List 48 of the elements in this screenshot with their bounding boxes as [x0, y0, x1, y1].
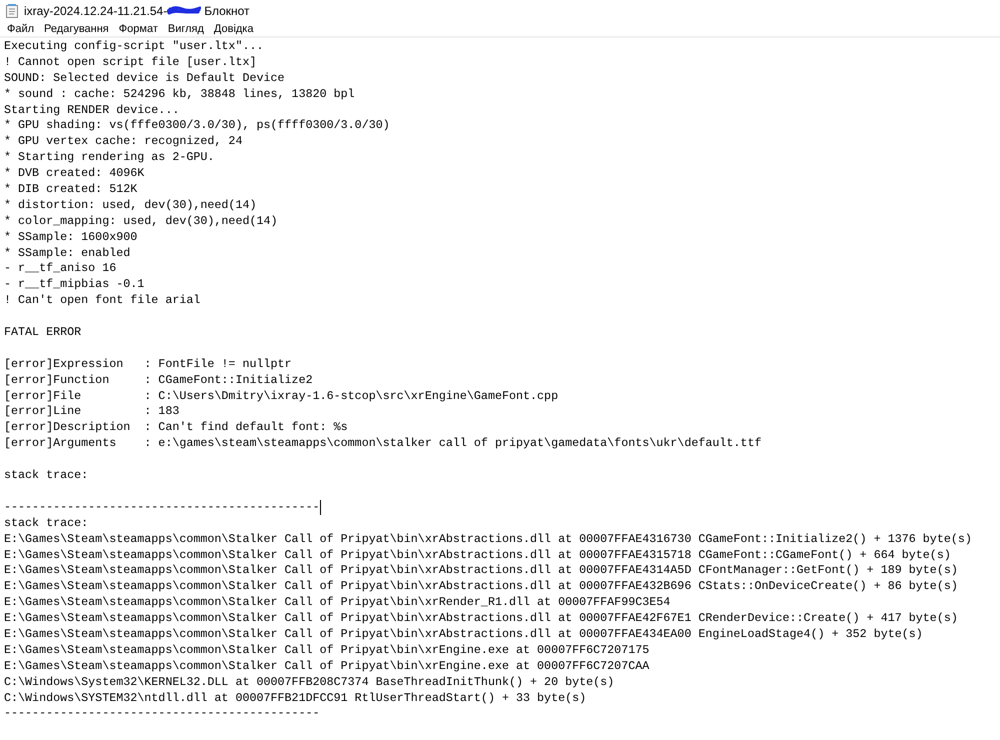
log-line: E:\Games\Steam\steamapps\common\Stalker Call of Pripyat\bin\xrEngine.exe at 00007FF6C7207CAA — [4, 658, 650, 675]
log-line: [error]Expression : FontFile != nullptr — [4, 356, 292, 373]
window-title: ixray-2024.12.24-11.21.54- — [24, 3, 168, 20]
log-line: Starting RENDER device... — [4, 102, 180, 118]
log-line: stack trace: — [4, 468, 88, 484]
log-line: * DIB created: 512K — [4, 182, 138, 198]
log-line: E:\Games\Steam\steamapps\common\Stalker Call of Pripyat\bin\xrAbstractions.dll at 00007FFAE4316730 CGameFont::Initialize2() + 1376 byte(s) — [4, 532, 972, 548]
log-line: E:\Games\Steam\steamapps\common\Stalker Call of Pripyat\bin\xrEngine.exe at 00007FF6C7207175 — [4, 642, 650, 659]
log-line: C:\Windows\System32\KERNEL32.DLL at 00007FFB208C7374 BaseThreadInitThunk() + 20 byte(s) — [4, 674, 614, 691]
log-line: [error]Line : 183 — [4, 404, 180, 420]
menu-item[interactable]: Формат — [114, 20, 163, 38]
log-line: [error]Arguments : e:\games\steam\steamapps\common\stalker call of pripyat\gamedata\fonts\ukr\default.ttf — [4, 436, 762, 452]
log-line: [error]File : C:\Users\Dmitry\ixray-1.6-stcop\src\xrEngine\GameFont.cpp — [4, 388, 558, 404]
log-line: E:\Games\Steam\steamapps\common\Stalker Call of Pripyat\bin\xrAbstractions.dll at 00007FFAE42F67E1 CRenderDevice::Create() + 417 byte(s) — [4, 611, 958, 627]
log-line: * sound : cache: 524296 kb, 38848 lines, 13820 bpl — [4, 86, 355, 103]
scribble-mark — [167, 6, 202, 16]
log-line: --------------------------------------------- — [4, 706, 320, 722]
log-line: * color_mapping: used, dev(30),need(14) — [4, 214, 278, 230]
log-line: E:\Games\Steam\steamapps\common\Stalker Call of Pripyat\bin\xrAbstractions.dll at 00007FFAE434EA00 EngineLoadStage4() + 352 byte(s) — [4, 626, 923, 643]
log-line: * SSample: 1600x900 — [4, 230, 138, 246]
log-line: E:\Games\Steam\steamapps\common\Stalker Call of Pripyat\bin\xrAbstractions.dll at 00007FFAE4315718 CGameFont::CGameFont() + 664 byte(s) — [4, 548, 951, 564]
log-line: [error]Function : CGameFont::Initialize2 — [4, 372, 313, 389]
log-line: C:\Windows\SYSTEM32\ntdll.dll at 00007FFB21DFCC91 RtlUserThreadStart() + 33 byte(s) — [4, 690, 586, 706]
log-line: * GPU shading: vs(fffe0300/3.0/30), ps(ffff0300/3.0/30) — [4, 118, 390, 134]
log-line: ! Cannot open script file [user.ltx] — [4, 54, 256, 71]
menu-item[interactable]: Редагування — [39, 20, 114, 38]
log-line: --------------------------------------------- — [4, 500, 320, 516]
log-line: ! Can't open font file arial — [4, 293, 200, 310]
menu-item[interactable]: Вигляд — [162, 20, 209, 38]
log-line: E:\Games\Steam\steamapps\common\Stalker Call of Pripyat\bin\xrRender_R1.dll at 00007FFAF99C3E54 — [4, 595, 670, 612]
notepad-icon — [6, 4, 18, 18]
log-line: FATAL ERROR — [4, 325, 82, 341]
log-line: * GPU vertex cache: recognized, 24 — [4, 134, 242, 150]
log-line: stack trace: — [4, 516, 88, 532]
menu-item[interactable]: Файл — [2, 20, 40, 38]
log-line: * SSample: enabled — [4, 246, 130, 262]
log-line: Executing config-script "user.ltx"... — [4, 39, 264, 55]
log-line: - r__tf_mipbias -0.1 — [4, 277, 144, 294]
log-line: SOUND: Selected device is Default Device — [4, 70, 285, 87]
log-line: * Starting rendering as 2-GPU. — [4, 150, 214, 166]
log-line: E:\Games\Steam\steamapps\common\Stalker Call of Pripyat\bin\xrAbstractions.dll at 00007FFAE4314A5D CFontManager::GetFont() + 189 byte(s) — [4, 563, 958, 580]
menu-item[interactable]: Довідка — [208, 20, 258, 38]
log-line: [error]Description : Can't find default font: %s — [4, 420, 348, 436]
log-line: * distortion: used, dev(30),need(14) — [4, 198, 256, 214]
app-name: Блокнот — [204, 3, 250, 20]
log-line: E:\Games\Steam\steamapps\common\Stalker Call of Pripyat\bin\xrAbstractions.dll at 00007FFAE432B696 CStats::OnDeviceCreate() + 86 byte(s) — [4, 579, 958, 596]
log-line: * DVB created: 4096K — [4, 166, 144, 182]
log-line: - r__tf_aniso 16 — [4, 261, 116, 278]
